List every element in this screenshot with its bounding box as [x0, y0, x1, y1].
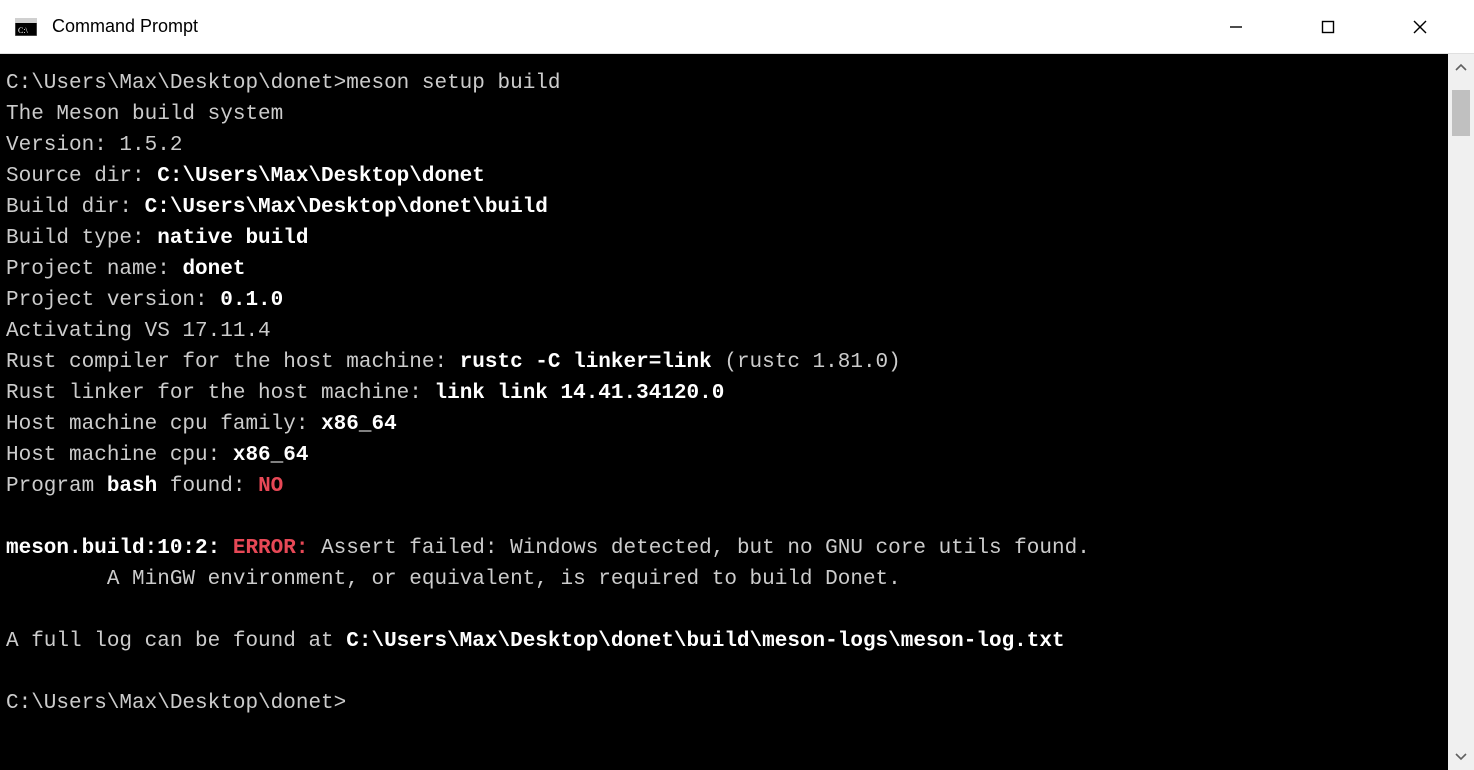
cmd-icon: C:\ [14, 15, 38, 39]
maximize-button[interactable] [1282, 0, 1374, 54]
window-controls [1190, 0, 1466, 54]
prompt: C:\Users\Max\Desktop\donet> [6, 688, 1442, 719]
minimize-button[interactable] [1190, 0, 1282, 54]
output-value: C:\Users\Max\Desktop\donet [157, 165, 485, 188]
output-value: x86_64 [233, 444, 309, 467]
error-message: A MinGW environment, or equivalent, is r… [6, 564, 1442, 595]
vertical-scrollbar[interactable] [1448, 54, 1474, 770]
console-output[interactable]: C:\Users\Max\Desktop\donet>meson setup b… [0, 54, 1448, 770]
window-title: Command Prompt [52, 16, 1190, 37]
output-value: link link 14.41.34120.0 [434, 382, 724, 405]
program-name: bash [107, 475, 157, 498]
output-label: Host machine cpu family: [6, 413, 321, 436]
output-value: x86_64 [321, 413, 397, 436]
output-label: found: [157, 475, 258, 498]
output-value: native build [157, 227, 308, 250]
output-line: Version: 1.5.2 [6, 130, 1442, 161]
output-label: Program [6, 475, 107, 498]
output-value: donet [182, 258, 245, 281]
program-result: NO [258, 475, 283, 498]
output-value: 0.1.0 [220, 289, 283, 312]
output-suffix: (rustc 1.81.0) [712, 351, 901, 374]
error-message: Assert failed: Windows detected, but no … [308, 537, 1089, 560]
svg-text:C:\: C:\ [18, 26, 29, 35]
command-text: meson setup build [346, 72, 560, 95]
log-path: C:\Users\Max\Desktop\donet\build\meson-l… [346, 630, 1064, 653]
output-label: Host machine cpu: [6, 444, 233, 467]
output-line: Activating VS 17.11.4 [6, 316, 1442, 347]
output-label: Build type: [6, 227, 157, 250]
error-tag: ERROR: [233, 537, 309, 560]
error-location: meson.build:10:2: [6, 537, 233, 560]
scroll-thumb[interactable] [1452, 90, 1470, 136]
output-label: Rust compiler for the host machine: [6, 351, 460, 374]
output-value: C:\Users\Max\Desktop\donet\build [145, 196, 548, 219]
content-area: C:\Users\Max\Desktop\donet>meson setup b… [0, 54, 1474, 770]
prompt: C:\Users\Max\Desktop\donet> [6, 72, 346, 95]
scroll-down-icon[interactable] [1448, 744, 1474, 770]
output-line: The Meson build system [6, 99, 1442, 130]
output-value: rustc -C linker=link [460, 351, 712, 374]
close-button[interactable] [1374, 0, 1466, 54]
titlebar: C:\ Command Prompt [0, 0, 1474, 54]
output-label: Rust linker for the host machine: [6, 382, 434, 405]
scroll-up-icon[interactable] [1448, 54, 1474, 80]
output-label: Project name: [6, 258, 182, 281]
output-label: Project version: [6, 289, 220, 312]
output-label: Build dir: [6, 196, 145, 219]
output-label: Source dir: [6, 165, 157, 188]
output-label: A full log can be found at [6, 630, 346, 653]
